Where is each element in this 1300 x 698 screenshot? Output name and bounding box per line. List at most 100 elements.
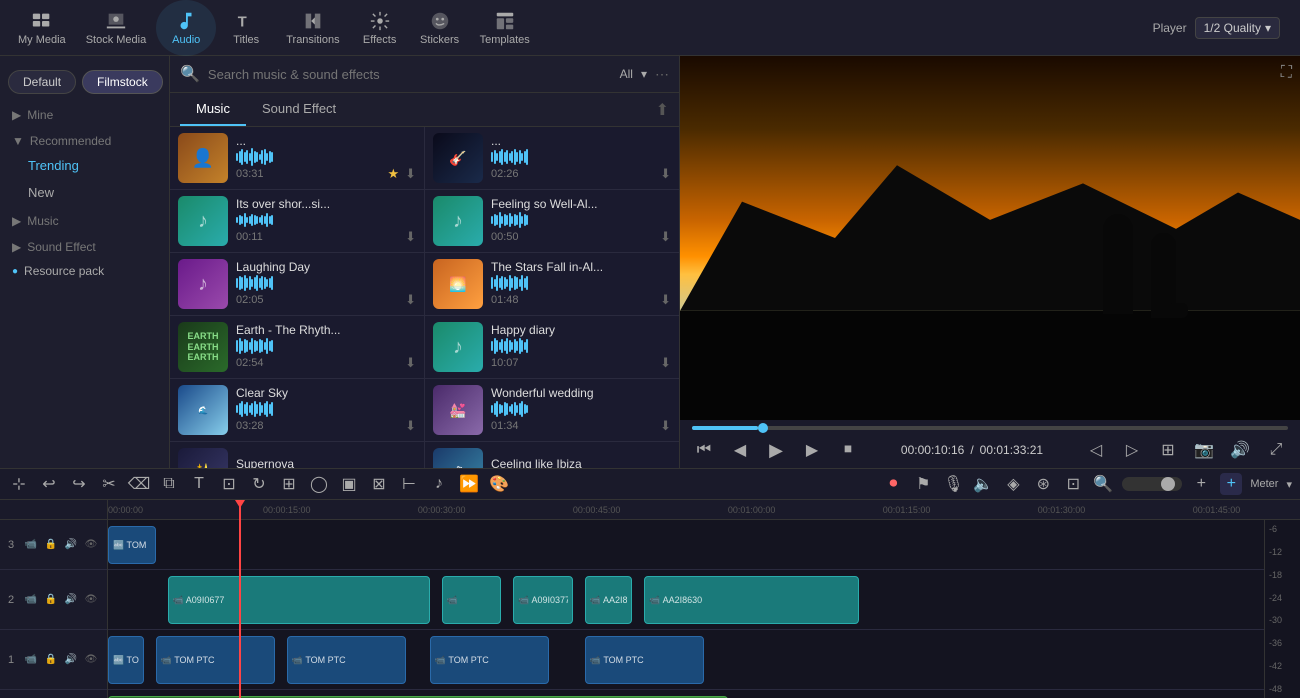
player-expand-icon[interactable]: ⛶ [1281,64,1292,82]
list-item[interactable]: 🎸 ... 02:26 ⬇ [425,127,679,190]
split-btn[interactable]: ⊢ [398,473,420,495]
clip-track1-0[interactable]: 🔤 TOM [108,636,144,684]
list-item[interactable]: 💒 Wonderful wedding 01:34 ⬇ [425,379,679,442]
sidebar-section-music[interactable]: ▶ Music [0,206,169,232]
list-item[interactable]: ♪ Happy diary 10:07 ⬇ [425,316,679,379]
filter-all[interactable]: All [620,67,633,81]
clip-track1-1[interactable]: 📹 TOM PTC [156,636,275,684]
zoom-in-btn[interactable]: + [1190,473,1212,495]
list-item[interactable]: 👤 ... 03:31 ★ [170,127,424,190]
select-tool-btn[interactable]: ⊹ [8,473,30,495]
download-icon[interactable]: ⬇ [405,292,416,308]
voice-btn[interactable]: 🔈 [972,473,994,495]
screenshot-icon[interactable]: 📷 [1192,438,1216,462]
undo-btn[interactable]: ↩ [38,473,60,495]
search-input[interactable] [208,67,612,82]
download-icon[interactable]: ⬇ [660,292,671,308]
prev-frame-icon[interactable]: ◁ [1084,438,1108,462]
sidebar-item-trending[interactable]: Trending [0,152,169,179]
list-item[interactable]: ♪ Feeling so Well-Al... 00:50 ⬇ [425,190,679,253]
clip-track2-5[interactable]: 📹 AA2I8630 [644,576,859,624]
download-icon[interactable]: ⬇ [405,355,416,371]
download-icon[interactable]: ⬇ [660,229,671,245]
clip-track1-3[interactable]: 📹 TOM PTC [430,636,549,684]
color-btn[interactable]: 🎨 [488,473,510,495]
list-item[interactable]: ♪ Laughing Day 02:05 ⬇ [170,253,424,316]
download-icon[interactable]: ⬇ [405,229,416,245]
timeline-handle[interactable] [758,423,768,433]
clip-track2-2[interactable]: 📹 [442,576,502,624]
list-item[interactable]: 🌊 Clear Sky 03:28 ⬇ [170,379,424,442]
list-item[interactable]: ♪ Its over shor...si... 00:11 ⬇ [170,190,424,253]
next-frame-icon[interactable]: ▷ [1120,438,1144,462]
toolbar-titles[interactable]: T Titles [216,6,276,50]
redo-btn[interactable]: ↪ [68,473,90,495]
list-item[interactable]: 🌅 The Stars Fall in-Al... 01:48 ⬇ [425,253,679,316]
player-timeline[interactable] [692,426,1288,430]
stop-btn[interactable]: ⏹ [836,438,860,462]
track1-video-icon[interactable]: 📹 [23,652,39,668]
track1-lock-icon[interactable]: 🔒 [43,652,59,668]
add-track-btn[interactable]: + [1220,473,1242,495]
track3-audio-icon[interactable]: 🔊 [63,537,79,553]
ungroup-btn[interactable]: ⊠ [368,473,390,495]
clip-track3[interactable]: 🔤 TOM [108,526,156,564]
default-filter-btn[interactable]: Default [8,70,76,94]
sidebar-section-mine[interactable]: ▶ Mine [0,100,169,126]
fullscreen-icon[interactable]: ⤢ [1264,438,1288,462]
skip-back-btn[interactable]: ⏮ [692,438,716,462]
download-icon[interactable]: ⬇ [660,166,671,182]
list-item[interactable]: ✨ Supernova [170,442,424,468]
download-icon[interactable]: ⬇ [660,355,671,371]
ai-btn[interactable]: ◈ [1002,473,1024,495]
toolbar-stickers[interactable]: Stickers [410,6,470,50]
toolbar-stock-media[interactable]: Stock Media [76,6,157,50]
tab-music[interactable]: Music [180,93,246,126]
track1-audio-icon[interactable]: 🔊 [63,652,79,668]
scroll-up-icon[interactable]: ⬆ [656,100,669,120]
play-btn[interactable]: ▶ [764,438,788,462]
track2-eye-icon[interactable]: 👁 [83,592,99,608]
clip-track2-1[interactable]: 📹 A09I0677 [168,576,430,624]
zoom-out-btn[interactable]: 🔍 [1092,473,1114,495]
toolbar-my-media[interactable]: My Media [8,6,76,50]
toolbar-templates[interactable]: Templates [470,6,540,50]
track2-audio-icon[interactable]: 🔊 [63,592,79,608]
clip-track1-2[interactable]: 📹 TOM PTC [287,636,406,684]
quality-selector[interactable]: 1/2 Quality ▾ [1195,17,1280,39]
frame-back-btn[interactable]: ◀ [728,438,752,462]
delete-btn[interactable]: ⌫ [128,473,150,495]
clip-track2-4[interactable]: 📹 AA2I8628 [585,576,633,624]
marker-btn[interactable]: ⚑ [912,473,934,495]
track3-eye-icon[interactable]: 👁 [83,537,99,553]
frame-fwd-btn[interactable]: ▶ [800,438,824,462]
cut-btn[interactable]: ✂ [98,473,120,495]
toolbar-audio[interactable]: Audio [156,0,216,56]
download-icon[interactable]: ⬇ [660,418,671,434]
text-btn[interactable]: T [188,473,210,495]
speed-btn[interactable]: ⏩ [458,473,480,495]
sidebar-item-new[interactable]: New [0,179,169,206]
download-icon[interactable]: ⬇ [405,418,416,434]
sidebar-section-sound-effect[interactable]: ▶ Sound Effect [0,232,169,258]
filter-dropdown-icon[interactable]: ▾ [641,67,647,81]
list-item[interactable]: 🏝 Ceeling like Ibiza [425,442,679,468]
sidebar-section-recommended[interactable]: ▼ Recommended [0,126,169,152]
crop-btn[interactable]: ⊞ [278,473,300,495]
sidebar-resource-pack[interactable]: ● Resource pack [0,258,169,284]
track3-video-icon[interactable]: 📹 [23,537,39,553]
copy-btn[interactable]: ⧉ [158,473,180,495]
more-options-icon[interactable]: ⋯ [655,66,669,83]
track3-lock-icon[interactable]: 🔒 [43,537,59,553]
shape-btn[interactable]: ◯ [308,473,330,495]
transform-btn[interactable]: ⊡ [218,473,240,495]
sticker-btn[interactable]: ⊡ [1062,473,1084,495]
download-icon[interactable]: ⬇ [405,166,416,182]
audio-btn[interactable]: ♪ [428,473,450,495]
crop-icon[interactable]: ⊞ [1156,438,1180,462]
toolbar-effects[interactable]: Effects [350,6,410,50]
tab-sound-effect[interactable]: Sound Effect [246,93,352,126]
track2-lock-icon[interactable]: 🔒 [43,592,59,608]
clip-track1-4[interactable]: 📹 TOM PTC [585,636,704,684]
effect-btn[interactable]: ⊛ [1032,473,1054,495]
